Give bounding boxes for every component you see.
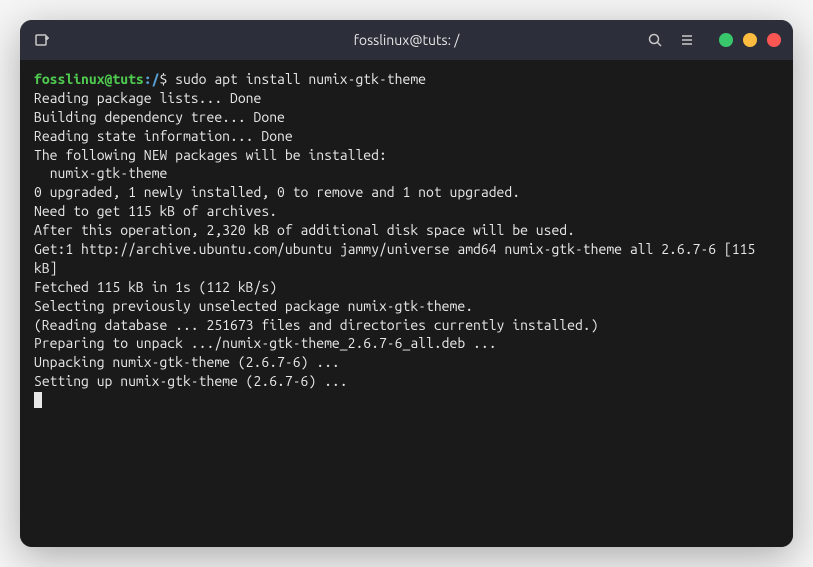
output-line: (Reading database ... 251673 files and d… [34,316,779,335]
window-title: fosslinux@tuts: / [354,32,460,48]
output-line: Need to get 115 kB of archives. [34,202,779,221]
window-controls [719,33,781,47]
cursor [34,392,42,408]
output-line: The following NEW packages will be insta… [34,146,779,165]
titlebar-right [647,32,781,48]
prompt-line: fosslinux@tuts:/$ sudo apt install numix… [34,70,779,89]
close-button[interactable] [767,33,781,47]
output-line: Reading state information... Done [34,127,779,146]
output-line: Reading package lists... Done [34,89,779,108]
output-line: Fetched 115 kB in 1s (112 kB/s) [34,278,779,297]
output-line: Setting up numix-gtk-theme (2.6.7-6) ... [34,372,779,391]
output-line: Get:1 http://archive.ubuntu.com/ubuntu j… [34,240,779,278]
command-text: sudo apt install numix-gtk-theme [175,71,426,87]
output-line: Unpacking numix-gtk-theme (2.6.7-6) ... [34,353,779,372]
maximize-button[interactable] [743,33,757,47]
output-line: Selecting previously unselected package … [34,297,779,316]
prompt-user-host: fosslinux@tuts [34,71,144,87]
minimize-button[interactable] [719,33,733,47]
output-line: Preparing to unpack .../numix-gtk-theme_… [34,334,779,353]
terminal-body[interactable]: fosslinux@tuts:/$ sudo apt install numix… [20,60,793,547]
prompt-symbol: $ [159,71,175,87]
menu-icon[interactable] [679,32,695,48]
output-line: 0 upgraded, 1 newly installed, 0 to remo… [34,183,779,202]
output-line: Building dependency tree... Done [34,108,779,127]
titlebar-left [32,30,52,50]
output-line: numix-gtk-theme [34,164,779,183]
terminal-window: fosslinux@tuts: / [20,20,793,547]
cursor-line [34,391,779,410]
output-line: After this operation, 2,320 kB of additi… [34,221,779,240]
titlebar: fosslinux@tuts: / [20,20,793,60]
prompt-path: :/ [144,71,160,87]
new-tab-icon[interactable] [32,30,52,50]
search-icon[interactable] [647,32,663,48]
